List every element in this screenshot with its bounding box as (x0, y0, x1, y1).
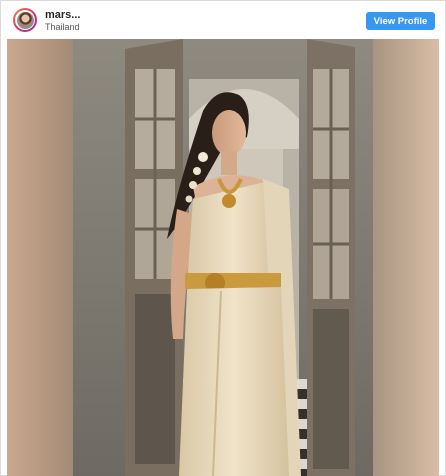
avatar[interactable] (13, 8, 37, 32)
user-block: mars... Thailand (45, 9, 80, 32)
post-image (7, 39, 439, 476)
avatar-ring (15, 10, 35, 30)
view-profile-button[interactable]: View Profile (366, 12, 435, 30)
post-header: mars... Thailand View Profile (1, 1, 445, 39)
instagram-embed: mars... Thailand View Profile (0, 0, 446, 476)
location[interactable]: Thailand (45, 22, 80, 32)
post-photo[interactable] (7, 39, 439, 476)
avatar-photo (16, 11, 34, 29)
username[interactable]: mars... (45, 9, 80, 22)
